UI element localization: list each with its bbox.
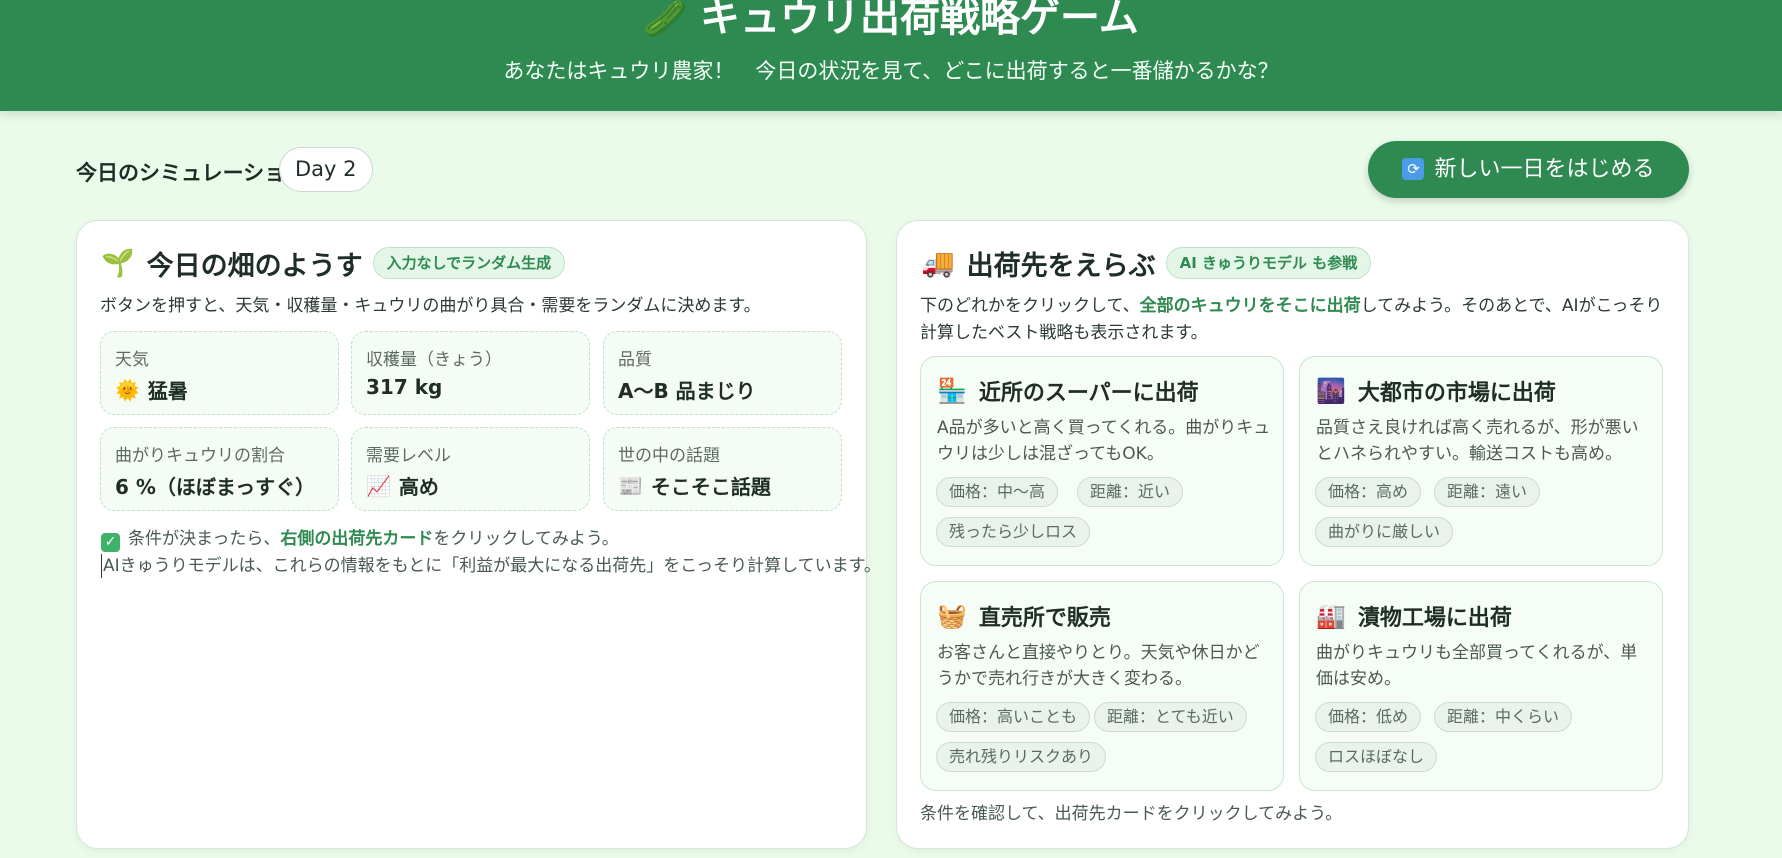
stat-label: 世の中の話題 — [618, 446, 720, 466]
risk-chip: 残ったら少しロス — [936, 517, 1091, 547]
destination-panel-header: 🚚 出荷先をえらぶ AI きゅうりモデル も参戦 — [921, 243, 1372, 283]
ai-model-tag: AI きゅうりモデル も参戦 — [1165, 247, 1372, 279]
stat-trend: 世の中の話題 📰 そこそこ話題 — [603, 427, 842, 511]
stat-value: 📰 そこそこ話題 — [618, 473, 771, 500]
risk-chip: 曲がりに厳しい — [1315, 517, 1454, 547]
destination-description: 品質さえ良ければ高く売れるが、形が悪いとハネられやすい。輸送コストも高め。 — [1316, 418, 1639, 464]
newspaper-icon: 📰 — [618, 473, 643, 498]
basket-icon: 🧺 — [937, 602, 967, 630]
destination-panel-title: 出荷先をえらぶ — [966, 250, 1156, 282]
stat-bent-ratio: 曲がりキュウリの割合 6 %（ほぼまっすぐ） — [100, 427, 339, 511]
cucumber-icon: 🥒 — [643, 0, 688, 40]
risk-chip: 売れ残りリスクあり — [936, 742, 1107, 772]
destination-description: お客さんと直接やりとり。天気や休日かどうかで売れ行きが大きく変わる。 — [937, 643, 1260, 689]
stat-label: 品質 — [618, 350, 652, 370]
price-chip: 価格：高いことも — [936, 702, 1091, 732]
stat-label: 天気 — [115, 350, 149, 370]
stat-value: 6 %（ほぼまっすぐ） — [115, 475, 316, 499]
destination-card-header: 🏭 漬物工場に出荷 — [1316, 600, 1512, 632]
simulation-label: 今日のシミュレーション — [76, 161, 307, 185]
price-chip: 価格：低め — [1315, 702, 1422, 732]
seedling-icon: 🌱 — [101, 248, 135, 279]
destination-description: 曲がりキュウリも全部買ってくれるが、単価は安め。 — [1316, 643, 1638, 689]
destination-card-header: 🏪 近所のスーパーに出荷 — [937, 375, 1199, 407]
footer-note: 条件を確認して、出荷先カードをクリックしてみよう。 — [920, 804, 1343, 824]
city-icon: 🌆 — [1316, 377, 1346, 405]
stat-label: 収穫量（きょう） — [366, 350, 502, 370]
destination-description: A品が多いと高く買ってくれる。曲がりキュウリは少しは混ざってもOK。 — [937, 418, 1271, 464]
factory-icon: 🏭 — [1316, 602, 1346, 630]
destination-title: 大都市の市場に出荷 — [1357, 381, 1556, 406]
price-chip: 価格：高め — [1315, 477, 1422, 507]
day-badge: Day 2 — [279, 147, 373, 192]
check-icon: ✓ — [101, 533, 120, 552]
convenience-store-icon: 🏪 — [937, 377, 967, 405]
destination-card-city-market[interactable]: 🌆 大都市の市場に出荷 品質さえ良ければ高く売れるが、形が悪いとハネられやすい。… — [1299, 356, 1663, 566]
destination-card-direct-sales[interactable]: 🧺 直売所で販売 お客さんと直接やりとり。天気や休日かどうかで売れ行きが大きく変… — [920, 581, 1284, 791]
ai-note: AIきゅうりモデルは、これらの情報をもとに「利益が最大になる出荷先」をこっそり計… — [101, 554, 881, 578]
destination-card-supermarket[interactable]: 🏪 近所のスーパーに出荷 A品が多いと高く買ってくれる。曲がりキュウリは少しは混… — [920, 356, 1284, 566]
random-generation-tag: 入力なしでランダム生成 — [372, 247, 566, 279]
distance-chip: 距離：とても近い — [1094, 702, 1247, 732]
field-panel-description: ボタンを押すと、天気・収穫量・キュウリの曲がり具合・需要をランダムに決めます。 — [100, 296, 761, 316]
truck-icon: 🚚 — [921, 248, 955, 279]
risk-chip: ロスほぼなし — [1315, 742, 1438, 772]
chart-up-icon: 📈 — [366, 473, 391, 498]
stat-quality: 品質 A〜B 品まじり — [603, 331, 842, 415]
stat-demand: 需要レベル 📈 高め — [351, 427, 590, 511]
new-day-button-label: 新しい一日をはじめる — [1434, 157, 1655, 182]
stat-value: A〜B 品まじり — [618, 379, 756, 403]
destination-panel: 🚚 出荷先をえらぶ AI きゅうりモデル も参戦 下のどれかをクリックして、全部… — [896, 220, 1689, 849]
destination-card-header: 🧺 直売所で販売 — [937, 600, 1111, 632]
stat-label: 需要レベル — [366, 446, 451, 466]
field-panel-title: 今日の畑のようす — [146, 250, 363, 282]
new-day-button[interactable]: ⟳ 新しい一日をはじめる — [1368, 141, 1689, 198]
destination-card-header: 🌆 大都市の市場に出荷 — [1316, 375, 1556, 407]
refresh-icon: ⟳ — [1402, 158, 1425, 180]
stat-weather: 天気 🌞 猛暑 — [100, 331, 339, 415]
field-panel-header: 🌱 今日の畑のようす 入力なしでランダム生成 — [101, 243, 566, 283]
stat-value: 📈 高め — [366, 473, 439, 500]
price-chip: 価格：中〜高 — [936, 477, 1059, 507]
destination-title: 直売所で販売 — [978, 606, 1111, 631]
stat-value: 🌞 猛暑 — [115, 377, 188, 404]
distance-chip: 距離：遠い — [1434, 477, 1541, 507]
destination-title: 漬物工場に出荷 — [1357, 606, 1512, 631]
sun-icon: 🌞 — [115, 377, 140, 402]
hint-text: ✓ 条件が決まったら、右側の出荷先カードをクリックしてみよう。 — [101, 527, 619, 552]
stat-harvest: 収穫量（きょう） 317 kg — [351, 331, 590, 415]
stat-value: 317 kg — [366, 375, 443, 399]
distance-chip: 距離：中くらい — [1434, 702, 1573, 732]
destination-panel-description: 下のどれかをクリックして、全部のキュウリをそこに出荷してみよう。そのあとで、AI… — [920, 296, 1663, 343]
page-title: 🥒 キュウリ出荷戦略ゲーム — [643, 0, 1139, 41]
distance-chip: 距離：近い — [1077, 477, 1184, 507]
page-subtitle: あなたはキュウリ農家！ 今日の状況を見て、どこに出荷すると一番儲かるかな？ — [503, 59, 1279, 83]
stat-label: 曲がりキュウリの割合 — [115, 446, 285, 466]
app-header: 🥒 キュウリ出荷戦略ゲーム あなたはキュウリ農家！ 今日の状況を見て、どこに出荷す… — [0, 0, 1782, 111]
destination-card-pickle-factory[interactable]: 🏭 漬物工場に出荷 曲がりキュウリも全部買ってくれるが、単価は安め。 価格：低め… — [1299, 581, 1663, 791]
field-panel: 🌱 今日の畑のようす 入力なしでランダム生成 ボタンを押すと、天気・収穫量・キュ… — [76, 220, 881, 849]
destination-title: 近所のスーパーに出荷 — [978, 381, 1199, 406]
